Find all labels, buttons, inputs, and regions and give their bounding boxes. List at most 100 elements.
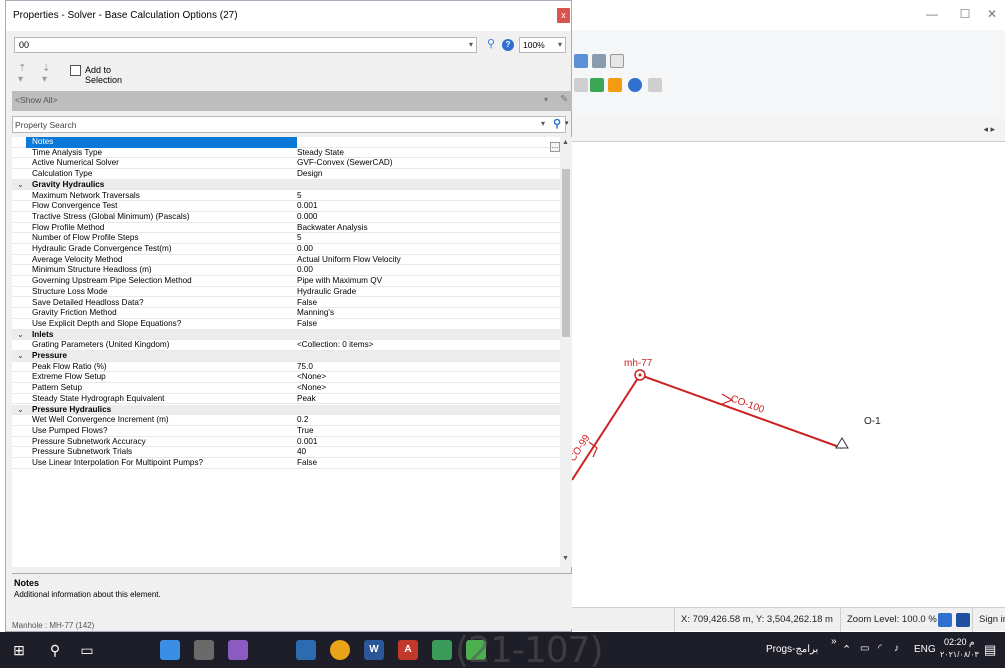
tray-programs-label[interactable]: Progs-برامج [766, 644, 818, 655]
property-row[interactable]: Structure Loss Mode Hydraulic Grade [12, 287, 560, 298]
property-row[interactable]: Average Velocity Method Actual Uniform Fl… [12, 255, 560, 266]
property-value[interactable]: Steady State [297, 148, 344, 159]
clock-time[interactable]: 02:20 م [944, 637, 975, 648]
property-row[interactable]: Gravity Friction Method Manning's [12, 308, 560, 319]
outfall-node[interactable] [835, 437, 849, 449]
start-button-icon[interactable]: ⊞ [2, 632, 36, 668]
globe-icon[interactable] [590, 78, 604, 92]
property-value[interactable]: 0.00 [297, 265, 313, 276]
sign-in-link[interactable]: Sign in [972, 608, 1005, 632]
dropdown-icon[interactable] [610, 54, 624, 68]
notifications-icon[interactable]: ▤ [984, 642, 996, 658]
property-row[interactable]: Hydraulic Grade Convergence Test(m) 0.00 [12, 244, 560, 255]
property-row[interactable]: Minimum Structure Headloss (m) 0.00 [12, 265, 560, 277]
app-icon-3[interactable] [228, 640, 248, 660]
word-icon[interactable]: W [364, 640, 384, 660]
property-grid-scrollbar[interactable]: ▲ ▼ [560, 137, 572, 567]
property-row[interactable]: Flow Profile Method Backwater Analysis [12, 223, 560, 234]
property-value[interactable]: False [297, 458, 317, 469]
property-row[interactable]: Use Linear Interpolation For Multipoint … [12, 458, 560, 469]
property-value[interactable]: 40 [297, 447, 306, 458]
navigate-up-icon[interactable]: ⇡ ▾ [18, 63, 26, 85]
property-row[interactable]: Grating Parameters (United Kingdom) <Coll… [12, 340, 560, 351]
rss-icon[interactable] [608, 78, 622, 92]
layout-icon[interactable] [574, 54, 588, 68]
property-row[interactable]: Active Numerical Solver GVF-Convex (Sewer… [12, 158, 560, 170]
drawing-canvas[interactable]: mh-77 CO-100 CO-99 O-1 [572, 142, 1005, 607]
property-row[interactable]: Pattern Setup <None> [12, 383, 560, 394]
collapse-chevron-icon[interactable]: ⌄ [17, 180, 24, 191]
pipe-co-100[interactable] [639, 374, 843, 449]
property-row[interactable]: Use Explicit Depth and Slope Equations? F… [12, 319, 560, 330]
property-value[interactable]: GVF-Convex (SewerCAD) [297, 158, 393, 169]
property-row[interactable]: Tractive Stress (Global Minimum) (Pascal… [12, 212, 560, 223]
scroll-up-icon[interactable]: ▲ [562, 139, 569, 146]
property-value[interactable]: Backwater Analysis [297, 223, 368, 234]
tab-scroll-arrows-icon[interactable]: ◂ ▸ [983, 124, 995, 135]
property-row[interactable]: Time Analysis Type Steady State [12, 148, 560, 159]
save-icon[interactable] [956, 613, 970, 627]
property-row[interactable]: Use Pumped Flows? True [12, 426, 560, 437]
navigate-down-icon[interactable]: ⇣ ▾ [42, 63, 50, 85]
category-row[interactable]: ⌄ Pressure Hydraulics [12, 404, 560, 416]
property-value[interactable]: 0.00 [297, 244, 313, 255]
search-taskbar-icon[interactable]: ⚲ [38, 632, 72, 668]
property-row[interactable]: Steady State Hydrograph Equivalent Peak [12, 394, 560, 405]
property-value[interactable]: 0.2 [297, 415, 308, 426]
dialog-close-button[interactable]: x [557, 8, 570, 23]
help-icon[interactable]: ? [502, 39, 514, 51]
sewercad-icon[interactable] [296, 640, 316, 660]
property-row[interactable]: Calculation Type Design [12, 169, 560, 180]
edit-filter-icon[interactable]: ✎ [560, 94, 568, 105]
collapse-chevron-icon[interactable]: ⌄ [17, 351, 24, 362]
show-hidden-icons[interactable]: ⌃ [842, 643, 851, 656]
property-row[interactable]: Wet Well Convergence Increment (m) 0.2 [12, 415, 560, 426]
language-indicator[interactable]: ENG [914, 644, 936, 655]
property-filter-row[interactable]: <Show All> ▾ ✎ [12, 91, 572, 111]
category-row[interactable]: ⌄ Gravity Hydraulics [12, 179, 560, 191]
category-row[interactable]: ⌄ Pressure [12, 351, 560, 362]
app-icon-2[interactable] [194, 640, 214, 660]
property-row[interactable]: Number of Flow Profile Steps 5 [12, 233, 560, 244]
minimize-icon[interactable]: — [922, 6, 942, 22]
search-icon[interactable]: ⚲ [553, 117, 561, 130]
tray-chevron-icon[interactable]: » [831, 636, 837, 647]
property-row[interactable]: Notes [12, 137, 560, 148]
property-value[interactable]: Pipe with Maximum QV [297, 276, 382, 287]
file-explorer-icon[interactable] [160, 640, 180, 660]
maximize-icon[interactable]: ☐ [955, 6, 975, 22]
clock-date[interactable]: ٢٠٢١/٠٨/٠٣ [940, 650, 979, 659]
property-value[interactable]: False [297, 298, 317, 309]
battery-icon[interactable]: ▭ [860, 643, 869, 654]
property-value[interactable]: <None> [297, 383, 326, 394]
find-element-icon[interactable]: ⚲ [484, 37, 498, 53]
property-row[interactable]: Pressure Subnetwork Trials 40 [12, 447, 560, 458]
dropdown-icon-3[interactable] [648, 78, 662, 92]
property-row[interactable]: Maximum Network Traversals 5 [12, 191, 560, 202]
report-icon[interactable] [592, 54, 606, 68]
property-value[interactable]: False [297, 319, 317, 330]
property-grid[interactable]: Notes Time Analysis Type Steady State Activ… [12, 137, 560, 567]
close-icon[interactable]: ✕ [982, 6, 1002, 22]
property-row[interactable]: Save Detailed Headloss Data? False [12, 298, 560, 309]
property-row[interactable]: Extreme Flow Setup <None> [12, 372, 560, 384]
network-icon[interactable]: ◜ [878, 643, 882, 654]
property-row[interactable]: Pressure Subnetwork Accuracy 0.001 [12, 437, 560, 448]
zoom-select[interactable]: 100% ▾ [519, 37, 566, 53]
property-value[interactable]: True [297, 426, 314, 437]
collapse-chevron-icon[interactable]: ⌄ [17, 330, 24, 341]
app-icon-8[interactable] [432, 640, 452, 660]
add-to-selection-checkbox[interactable] [70, 65, 81, 76]
property-value[interactable]: <None> [297, 372, 326, 383]
pipe-co-99[interactable] [572, 374, 641, 481]
scroll-down-icon[interactable]: ▼ [562, 555, 569, 562]
property-value[interactable]: Actual Uniform Flow Velocity [297, 255, 401, 266]
dialog-titlebar[interactable]: Properties - Solver - Base Calculation O… [6, 1, 571, 31]
property-value[interactable]: Peak [297, 394, 316, 405]
property-value[interactable]: 5 [297, 191, 302, 202]
volume-icon[interactable]: ♪ [894, 643, 899, 654]
dropdown-icon-2[interactable] [574, 78, 588, 92]
property-value[interactable]: <Collection: 0 items> [297, 340, 373, 351]
pdf-reader-icon[interactable]: A [398, 640, 418, 660]
property-value[interactable]: 5 [297, 233, 302, 244]
